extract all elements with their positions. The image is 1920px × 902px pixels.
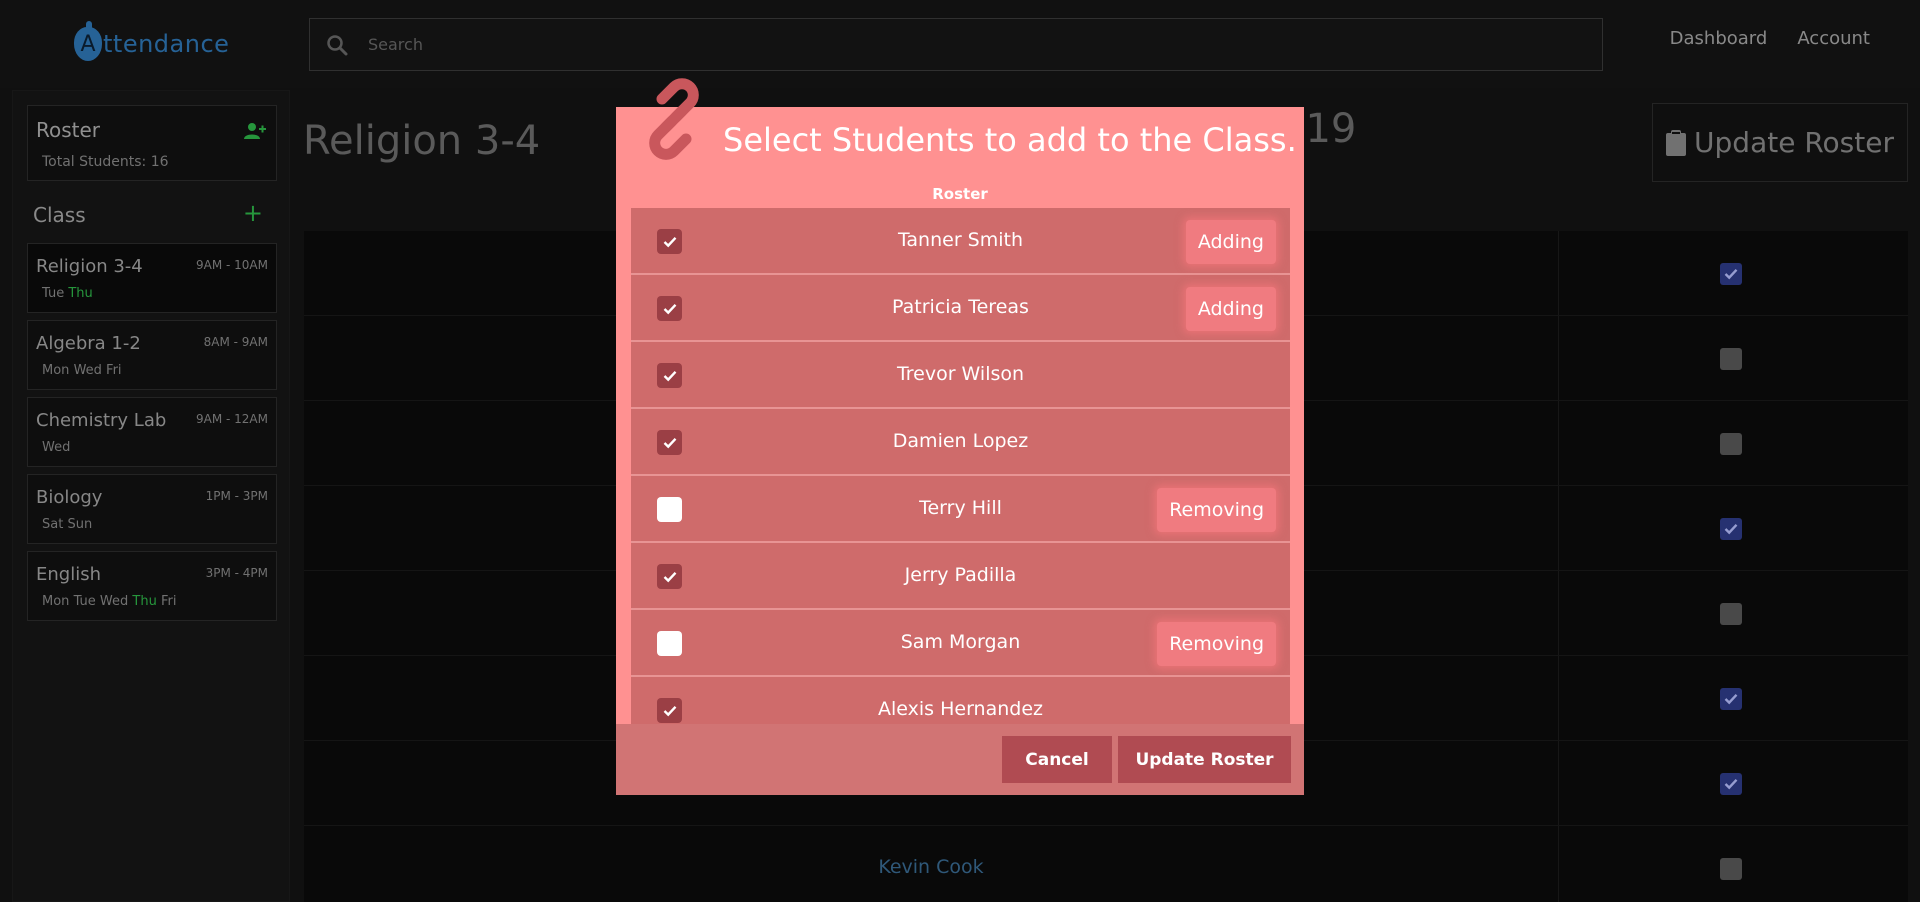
status-badge: Adding	[1185, 220, 1276, 264]
modal-footer: Cancel Update Roster	[616, 724, 1304, 795]
update-roster-submit-button[interactable]: Update Roster	[1118, 736, 1291, 783]
student-row[interactable]: Damien Lopez	[631, 409, 1290, 476]
student-name: Trevor Wilson	[896, 363, 1025, 385]
modal-title: Select Students to add to the Class.	[723, 121, 1297, 159]
link-icon	[632, 77, 716, 165]
student-name: Jerry Padilla	[904, 564, 1017, 586]
select-students-modal: Select Students to add to the Class. Ros…	[616, 78, 1304, 795]
student-row[interactable]: Trevor Wilson	[631, 342, 1290, 409]
student-row[interactable]: Sam Morgan Removing	[631, 610, 1290, 677]
status-badge: Removing	[1157, 622, 1276, 666]
student-row[interactable]: Terry Hill Removing	[631, 476, 1290, 543]
status-badge: Removing	[1157, 488, 1276, 532]
cancel-button[interactable]: Cancel	[1002, 736, 1112, 783]
modal-subtitle: Roster	[932, 185, 988, 203]
student-row[interactable]: Tanner Smith Adding	[631, 208, 1290, 275]
status-badge: Adding	[1185, 287, 1276, 331]
student-name: Damien Lopez	[892, 430, 1029, 452]
student-row[interactable]: Patricia Tereas Adding	[631, 275, 1290, 342]
student-name: Alexis Hernandez	[878, 698, 1043, 720]
student-row[interactable]: Jerry Padilla	[631, 543, 1290, 610]
